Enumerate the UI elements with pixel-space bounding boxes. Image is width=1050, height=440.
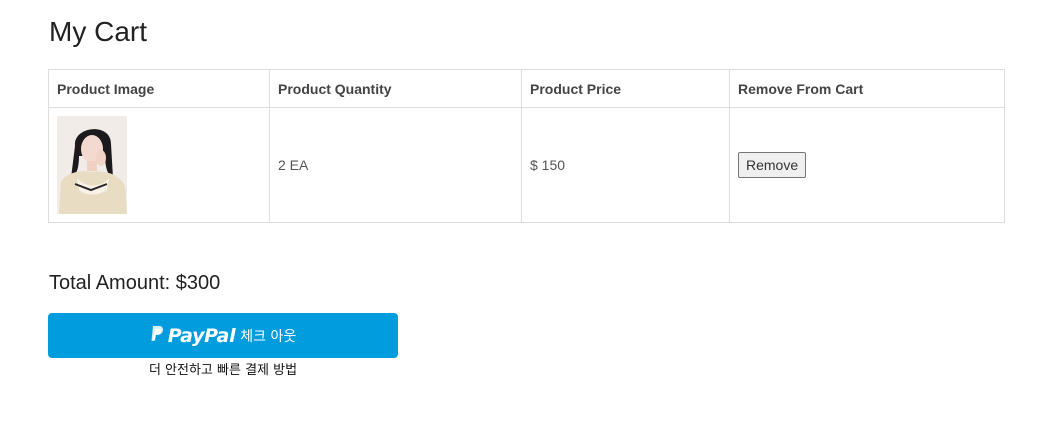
total-amount: Total Amount: $300 xyxy=(49,272,221,294)
product-image xyxy=(57,116,127,214)
table-header-row: Product Image Product Quantity Product P… xyxy=(48,69,1005,108)
cart-table: Product Image Product Quantity Product P… xyxy=(48,69,1005,223)
header-product-price: Product Price xyxy=(521,69,730,108)
header-product-image: Product Image xyxy=(48,69,270,108)
header-remove-from-cart: Remove From Cart xyxy=(729,69,1005,108)
header-product-quantity: Product Quantity xyxy=(269,69,522,108)
paypal-tagline: 더 안전하고 빠른 결제 방법 xyxy=(148,363,298,378)
product-image-cell xyxy=(48,107,270,223)
remove-cell: Remove xyxy=(729,107,1005,223)
paypal-wordmark: PayPal xyxy=(167,324,236,347)
product-price-cell: $ 150 xyxy=(521,107,730,223)
paypal-checkout-button[interactable]: PayPal 체크 아웃 xyxy=(48,313,398,358)
product-quantity-cell: 2 EA xyxy=(269,107,522,223)
table-row: 2 EA $ 150 Remove xyxy=(48,107,1005,223)
remove-button[interactable]: Remove xyxy=(738,152,807,178)
paypal-checkout-label: 체크 아웃 xyxy=(240,328,297,345)
paypal-p-icon xyxy=(150,325,168,346)
page-title: My Cart xyxy=(49,16,147,47)
